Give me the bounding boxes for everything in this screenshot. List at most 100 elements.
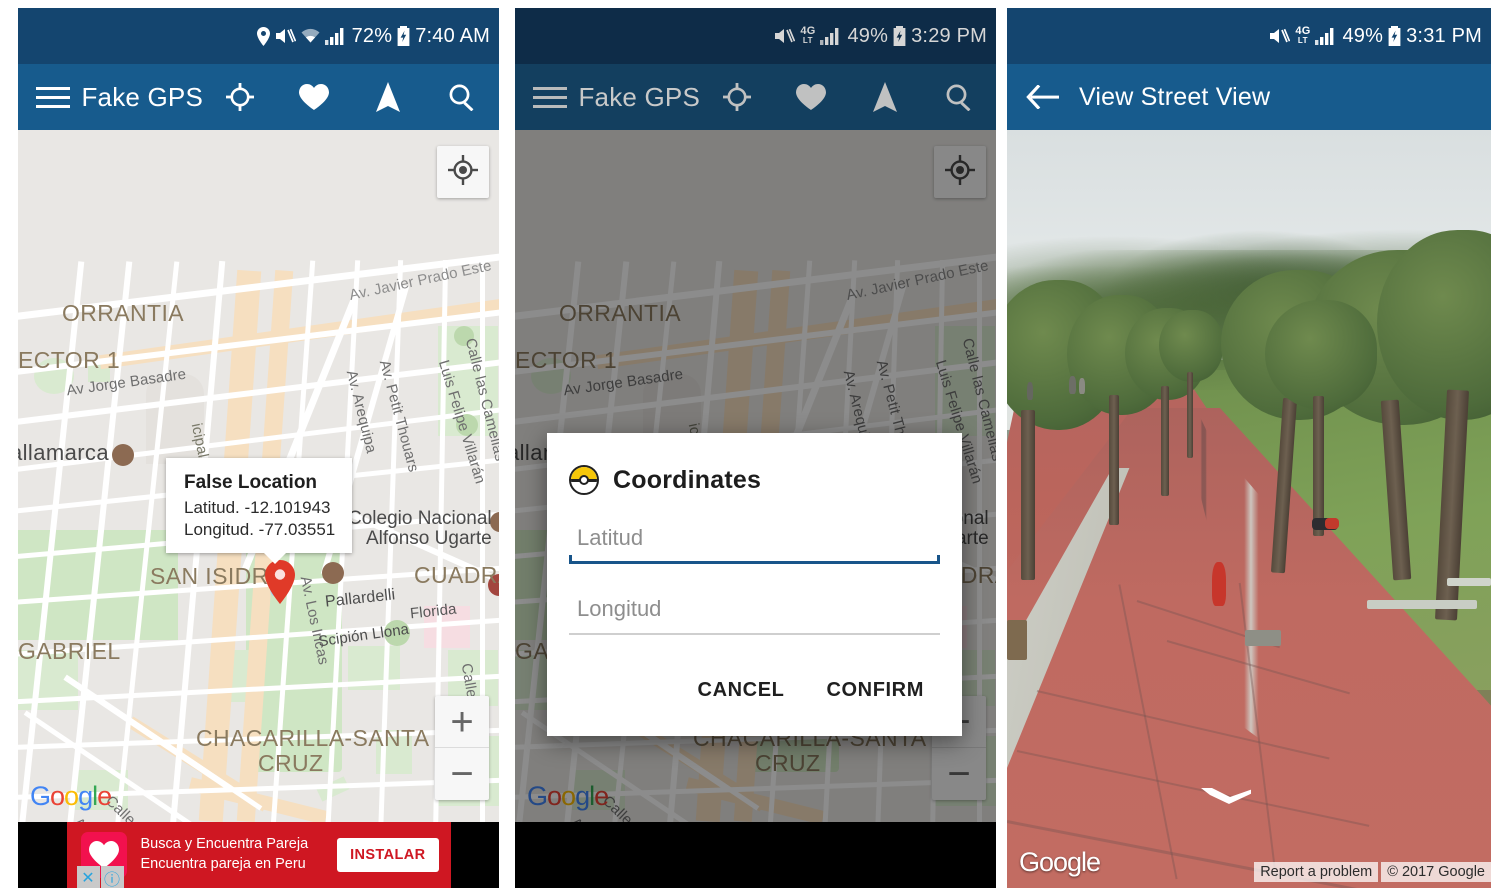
map-area-label: CRUZ [258, 750, 324, 776]
status-bar-panel1: 72% 7:40 AM [18, 8, 499, 64]
navigation-arrow-icon[interactable] [351, 64, 425, 130]
dialog-actions: CANCEL CONFIRM [569, 669, 940, 712]
mute-icon [775, 27, 796, 45]
latitude-underline [569, 555, 940, 564]
toolbar-actions [700, 64, 996, 130]
streetview-attribution: Report a problem © 2017 Google [1254, 862, 1491, 882]
tree [1265, 300, 1377, 536]
search-icon[interactable] [425, 64, 499, 130]
coordinates-dialog[interactable]: Coordinates CANCEL CONFIRM [547, 433, 962, 736]
battery-charging-icon [397, 26, 410, 46]
false-location-info-bubble[interactable]: False Location Latitud. -12.101943 Longi… [166, 458, 352, 563]
signal-icon [1315, 27, 1337, 45]
person [1212, 562, 1226, 606]
google-watermark: Google [30, 781, 112, 811]
location-icon [256, 26, 271, 46]
hamburger-menu-icon[interactable] [527, 86, 572, 108]
clock: 3:29 PM [911, 24, 987, 47]
phone-panel-map: 72% 7:40 AM Fake GPS ORRANTIA ECTOR 1 SA… [18, 8, 499, 888]
latitude-input[interactable] [569, 521, 940, 557]
toolbar-actions [203, 64, 499, 130]
streetview-toolbar: View Street View [1007, 64, 1491, 130]
map-area-label: allamarca [18, 440, 109, 465]
map-poi-label: Alfonso Ugarte [366, 528, 492, 549]
battery-charging-icon [1388, 26, 1401, 46]
status-bar-panel2: 4G LT 49% 3:29 PM [515, 8, 996, 64]
dialog-header: Coordinates [569, 465, 940, 495]
streetview-viewport[interactable]: Google Report a problem © 2017 Google [1007, 130, 1491, 888]
map-area-label: GABRIEL [18, 638, 121, 664]
bubble-longitude: Longitud. -77.03551 [184, 519, 336, 539]
network-4g-icon: 4G LT [800, 25, 816, 46]
map-container-panel1[interactable]: ORRANTIA ECTOR 1 SAN ISIDRO GABRIEL CUAD… [18, 130, 499, 822]
mute-icon [1270, 27, 1291, 45]
ad-badges[interactable]: ✕ ⓘ [76, 866, 124, 888]
picnic-items [1325, 518, 1339, 529]
clock: 3:31 PM [1406, 24, 1482, 47]
zoom-in-button[interactable]: + [435, 696, 489, 748]
zoom-out-button[interactable]: − [435, 748, 489, 800]
pokeball-icon [569, 465, 599, 495]
battery-charging-icon [893, 26, 906, 46]
longitude-input[interactable] [569, 592, 940, 628]
bench [1447, 578, 1491, 586]
app-toolbar-panel1: Fake GPS [18, 64, 499, 130]
map-area-label: ECTOR 1 [18, 347, 121, 373]
bench [1245, 630, 1281, 646]
poi-marker-icon[interactable] [322, 562, 344, 584]
distant-person [1027, 382, 1033, 400]
info-icon[interactable]: ⓘ [100, 866, 124, 888]
clock: 7:40 AM [415, 24, 490, 47]
tree [1159, 310, 1223, 460]
screenshot-stage: 72% 7:40 AM Fake GPS ORRANTIA ECTOR 1 SA… [0, 0, 1500, 896]
navigation-arrow-icon[interactable] [848, 64, 922, 130]
status-bar-panel3: 4G LT 49% 3:31 PM [1007, 8, 1491, 64]
cancel-button[interactable]: CANCEL [682, 669, 801, 712]
map-area-label: CUADRA 1 [414, 562, 499, 588]
copyright-text: © 2017 Google [1381, 862, 1491, 882]
phone-panel-dialog: 4G LT 49% 3:29 PM Fake GPS ORRANTIA ECTO… [515, 8, 996, 888]
signal-icon [324, 27, 347, 45]
battery-percent: 72% [351, 24, 393, 47]
google-watermark: Google [1019, 847, 1101, 877]
close-icon[interactable]: ✕ [76, 866, 100, 888]
my-location-button[interactable] [437, 146, 489, 198]
map-poi-label: Colegio Nacional [348, 508, 492, 529]
ad-content[interactable]: Busca y Encuentra Pareja Encuentra parej… [66, 822, 451, 888]
latitude-field-wrapper[interactable] [569, 521, 940, 564]
crosshair-icon[interactable] [203, 64, 277, 130]
bottom-black-bar [515, 822, 996, 888]
wifi-icon [301, 28, 320, 44]
map-area-label: ORRANTIA [62, 300, 185, 326]
poi-marker-icon[interactable] [112, 444, 134, 466]
heart-icon[interactable] [277, 64, 351, 130]
map-area-label: CHACARILLA-SANTA [196, 725, 430, 751]
app-title: Fake GPS [578, 81, 700, 112]
my-location-icon [448, 154, 478, 190]
heart-icon[interactable] [774, 64, 848, 130]
hamburger-menu-icon[interactable] [30, 86, 75, 108]
longitude-field-wrapper[interactable] [569, 592, 940, 635]
battery-percent: 49% [847, 24, 889, 47]
streetview-title: View Street View [1079, 82, 1271, 111]
report-a-problem-link[interactable]: Report a problem [1254, 862, 1379, 882]
ad-banner[interactable]: Busca y Encuentra Pareja Encuentra parej… [18, 822, 499, 888]
location-pin-marker[interactable] [265, 560, 295, 604]
distant-person [1079, 378, 1085, 394]
phone-panel-streetview: 4G LT 49% 3:31 PM View Street View Googl… [1007, 8, 1491, 888]
dialog-title: Coordinates [613, 465, 762, 494]
back-arrow-icon[interactable] [1007, 85, 1077, 109]
longitude-underline [569, 633, 940, 635]
bubble-latitude: Latitud. -12.101943 [184, 498, 331, 517]
map-container-panel2: ORRANTIA ECTOR 1 SAN ISIDRO GABRIEL CUAD… [515, 130, 996, 822]
bubble-title: False Location [184, 472, 318, 493]
confirm-button[interactable]: CONFIRM [810, 669, 940, 712]
battery-percent: 49% [1342, 24, 1384, 47]
ad-install-button[interactable]: INSTALAR [337, 838, 439, 872]
search-icon[interactable] [922, 64, 996, 130]
zoom-controls[interactable]: + − [435, 696, 489, 800]
app-toolbar-panel2: Fake GPS [515, 64, 996, 130]
mute-icon [275, 27, 296, 45]
crosshair-icon[interactable] [700, 64, 774, 130]
ad-headline: Busca y Encuentra Pareja Encuentra parej… [140, 836, 309, 872]
